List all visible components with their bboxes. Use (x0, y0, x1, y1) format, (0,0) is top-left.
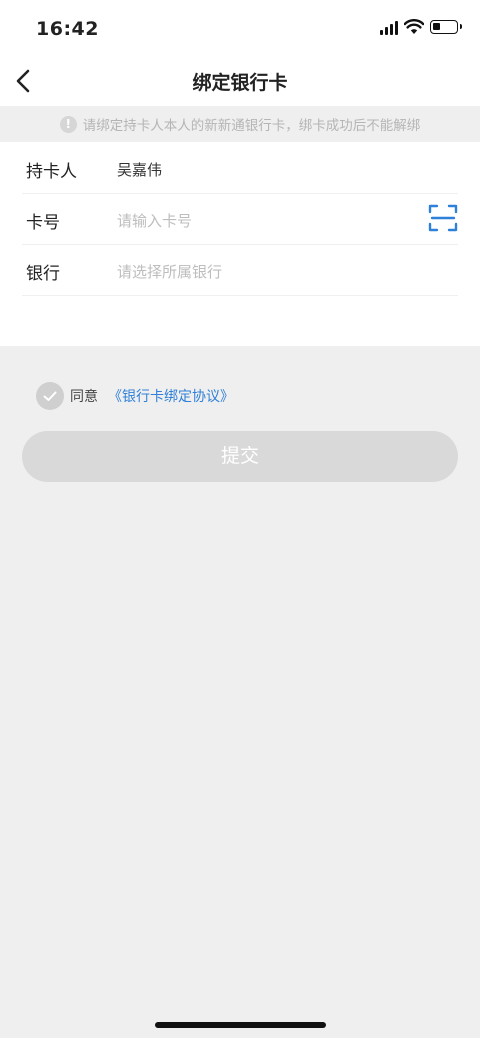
agree-checkbox[interactable] (36, 382, 64, 410)
holder-value: 吴嘉伟 (117, 161, 163, 179)
nav-bar: 绑定银行卡 (0, 56, 480, 106)
battery-icon (430, 20, 462, 34)
card-number-label: 卡号 (26, 213, 60, 233)
bank-select[interactable]: 请选择所属银行 (117, 261, 222, 282)
scan-card-icon[interactable] (428, 203, 458, 233)
info-icon: ! (59, 115, 77, 133)
notice-banner: ! 请绑定持卡人本人的新新通银行卡，绑卡成功后不能解绑 (0, 106, 480, 142)
bank-label: 银行 (26, 264, 60, 284)
agree-text: 同意 (70, 389, 98, 405)
card-number-input[interactable]: 请输入卡号 (117, 210, 192, 231)
submit-button[interactable]: 提交 (22, 431, 458, 482)
status-bar: 16:42 (0, 0, 480, 56)
agreement-link[interactable]: 《银行卡绑定协议》 (108, 386, 234, 406)
wifi-icon (404, 19, 424, 34)
notice-text: 请绑定持卡人本人的新新通银行卡，绑卡成功后不能解绑 (82, 118, 421, 134)
agreement-row: 同意 《银行卡绑定协议》 (36, 382, 234, 410)
holder-label: 持卡人 (26, 162, 77, 182)
checkmark-icon (43, 391, 57, 401)
card-number-row: 卡号 请输入卡号 (22, 193, 458, 245)
page-title: 绑定银行卡 (192, 72, 288, 94)
bank-row[interactable]: 银行 请选择所属银行 (22, 244, 458, 296)
status-time: 16:42 (36, 18, 99, 40)
bank-card-form: 持卡人 吴嘉伟 卡号 请输入卡号 银行 请选择所属银行 (0, 142, 480, 346)
home-indicator (155, 1022, 326, 1028)
holder-row: 持卡人 吴嘉伟 (22, 142, 458, 194)
signal-icon (380, 21, 400, 35)
